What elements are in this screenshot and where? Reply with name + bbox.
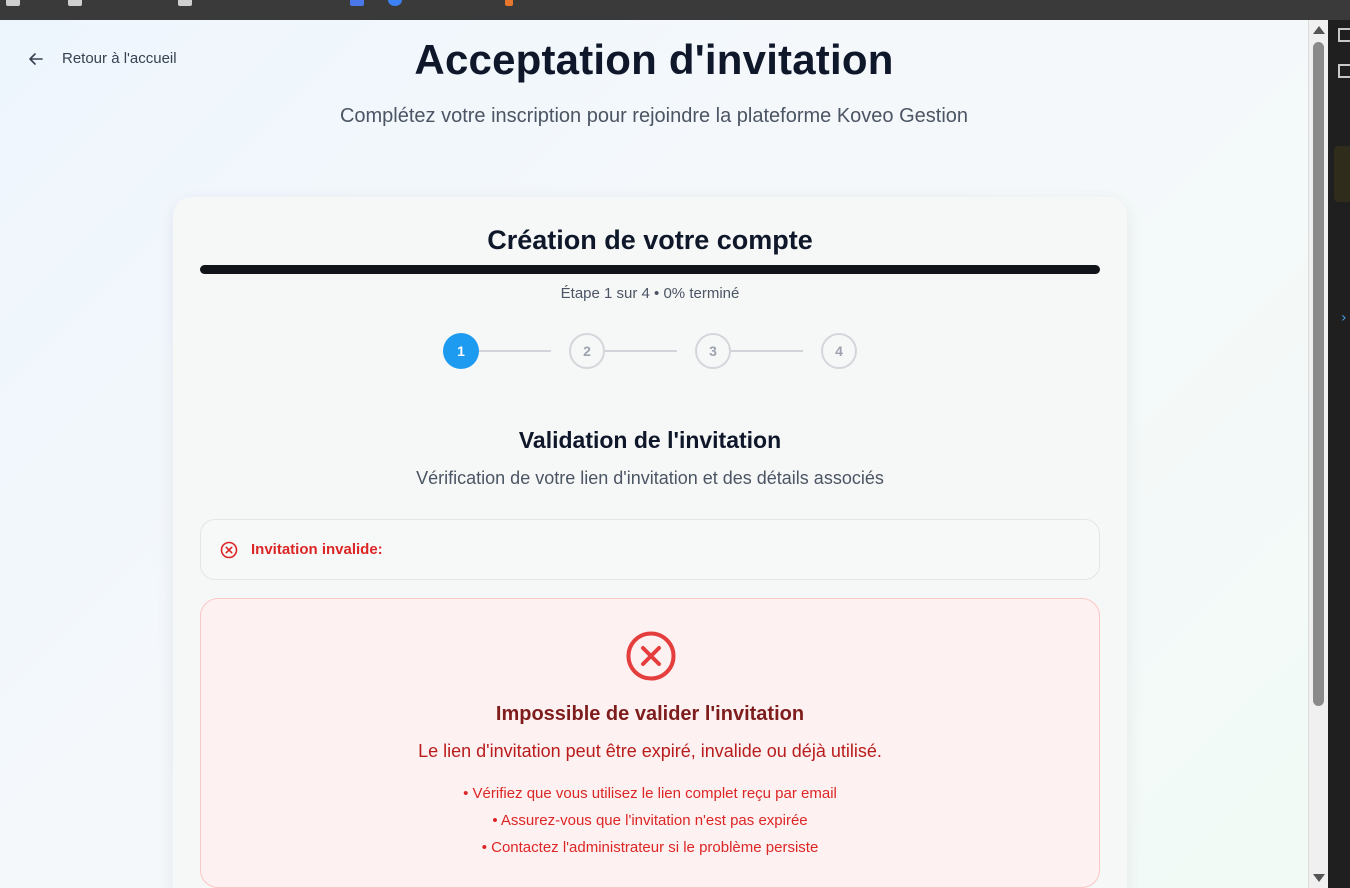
- list-item: • Contactez l'administrateur si le probl…: [481, 839, 819, 856]
- scroll-down-arrow-icon[interactable]: [1313, 874, 1325, 882]
- devtools-panel-edge: ›: [1328, 20, 1350, 888]
- panel-layout-icon[interactable]: [1338, 64, 1350, 78]
- chevron-right-icon[interactable]: ›: [1341, 310, 1347, 326]
- x-circle-icon: [626, 631, 676, 681]
- progress-bar: [200, 265, 1100, 274]
- inspect-icon[interactable]: [1338, 28, 1350, 42]
- troubleshooting-list: • Vérifiez que vous utilisez le lien com…: [201, 784, 1099, 865]
- step-status-text: Étape 1 sur 4 • 0% terminé: [560, 285, 740, 302]
- bookmark-icon[interactable]: [388, 0, 402, 6]
- step-2: 2: [569, 333, 605, 369]
- registration-card: Création de votre compte Étape 1 sur 4 •…: [173, 197, 1127, 888]
- step-4: 4: [821, 333, 857, 369]
- stepper: 1 2 3 4: [443, 333, 863, 369]
- bookmark-icon[interactable]: [350, 0, 364, 6]
- scroll-up-arrow-icon[interactable]: [1313, 26, 1325, 34]
- step-3: 3: [695, 333, 731, 369]
- list-item: • Assurez-vous que l'invitation n'est pa…: [492, 812, 808, 829]
- scrollbar-thumb[interactable]: [1313, 42, 1324, 706]
- apps-icon[interactable]: [6, 0, 20, 6]
- page-viewport: Retour à l'accueil Acceptation d'invitat…: [0, 20, 1308, 888]
- section-subtitle: Vérification de votre lien d'invitation …: [416, 468, 884, 488]
- bookmark-icon[interactable]: [68, 0, 82, 6]
- error-description: Le lien d'invitation peut être expiré, i…: [418, 741, 882, 761]
- invalid-invitation-alert: Invitation invalide:: [200, 519, 1100, 580]
- list-item: • Vérifiez que vous utilisez le lien com…: [463, 785, 837, 802]
- section-title: Validation de l'invitation: [518, 427, 782, 453]
- bookmark-icon[interactable]: [178, 0, 192, 6]
- card-title: Création de votre compte: [487, 225, 813, 255]
- step-connector: [605, 350, 677, 352]
- error-panel: Impossible de valider l'invitation Le li…: [200, 598, 1100, 888]
- step-1: 1: [443, 333, 479, 369]
- bookmark-icon[interactable]: [505, 0, 513, 6]
- step-connector: [731, 350, 803, 352]
- browser-toolbar-strip: [0, 0, 1350, 20]
- devtools-tab[interactable]: [1334, 146, 1350, 202]
- x-circle-icon: [220, 541, 238, 558]
- step-connector: [479, 350, 551, 352]
- page-subtitle: Complétez votre inscription pour rejoind…: [339, 105, 969, 127]
- alert-label: Invitation invalide:: [251, 541, 383, 558]
- page-scrollbar[interactable]: [1308, 20, 1328, 888]
- page-title: Acceptation d'invitation: [414, 36, 894, 83]
- error-title: Impossible de valider l'invitation: [495, 703, 805, 725]
